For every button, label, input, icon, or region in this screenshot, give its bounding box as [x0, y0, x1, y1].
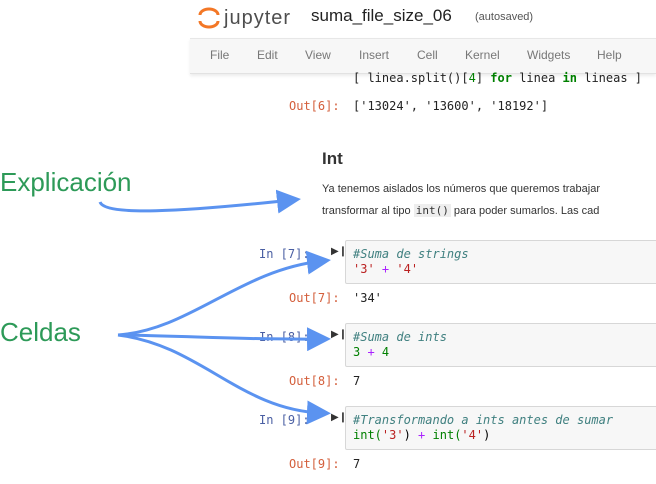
arrow-to-cell-8: [117, 327, 331, 352]
arrow-to-markdown: [98, 189, 301, 214]
arrow-to-cell-9: [117, 333, 331, 425]
arrow-to-cell-7: [117, 250, 331, 337]
annotation-arrows: [98, 189, 331, 425]
